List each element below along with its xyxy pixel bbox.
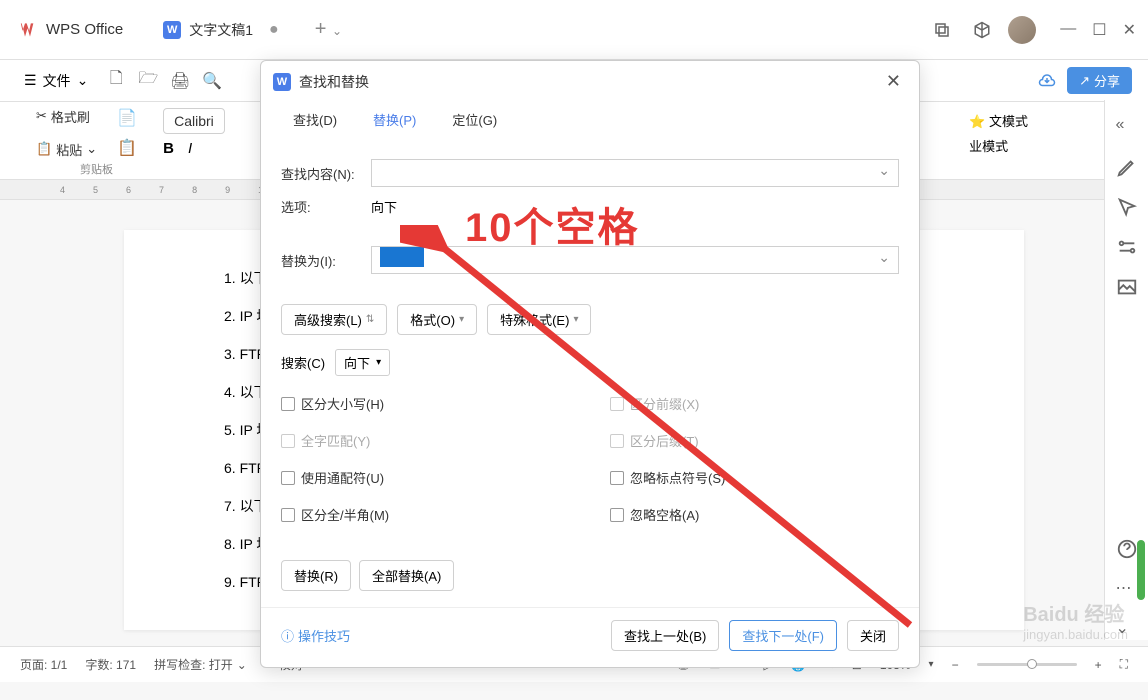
new-icon[interactable]: 🗋 [104,69,128,93]
dialog-title: 查找和替换 [299,72,369,92]
close-button[interactable]: ✕ [1123,20,1136,40]
share-button[interactable]: ↗ 分享 [1067,67,1132,94]
font-name: Calibri [174,113,214,129]
collapse-icon[interactable]: « [1116,116,1138,138]
check-case[interactable]: 区分大小写(H) [281,394,570,413]
dialog-footer: 替换(R) 全部替换(A) [261,548,919,607]
maximize-button[interactable]: ☐ [1092,20,1106,40]
tab-area: W 文字文稿1 ● + ⌄ [147,12,928,48]
search-direction-combo[interactable]: 向下 ▾ [335,349,390,376]
find-replace-dialog: W 查找和替换 ✕ 查找(D) 替换(P) 定位(G) 查找内容(N): 选项:… [260,60,920,668]
check-space[interactable]: 忽略空格(A) [610,505,899,524]
dialog-close-button[interactable]: ✕ [880,69,907,94]
window-controls: — ☐ ✕ [1060,20,1136,40]
clipboard-label: 剪贴板 [80,161,113,177]
document-title: 文字文稿1 [189,20,253,40]
close-dialog-button[interactable]: 关闭 [847,620,899,651]
check-prefix: 区分前缀(X) [610,394,899,413]
special-format-button[interactable]: 特殊格式(E) ▾ [487,304,591,335]
check-halfwidth[interactable]: 区分全/半角(M) [281,505,570,524]
find-label: 查找内容(N): [281,164,361,183]
bold-button[interactable]: B [163,140,174,157]
dialog-header: W 查找和替换 ✕ [261,61,919,102]
app-logo: WPS Office [12,20,131,40]
spell-check[interactable]: 拼写检查: 打开 ⌄ [154,656,247,673]
titlebar-right: — ☐ ✕ [928,16,1136,44]
find-input[interactable] [371,159,899,187]
tab-replace[interactable]: 替换(P) [355,102,434,139]
paste-label: 粘贴 [56,140,82,159]
advanced-search-button[interactable]: 高级搜索(L) ⇅ [281,304,387,335]
font-group: Calibri B I [163,108,225,157]
zoom-in-button[interactable]: + [1095,658,1102,672]
dialog-tabs: 查找(D) 替换(P) 定位(G) [261,102,919,139]
file-menu[interactable]: ☰ 文件 ⌄ [16,67,96,95]
clipboard-icon[interactable]: 📋 [115,136,139,160]
scroll-indicator [1137,540,1145,600]
word-icon: W [163,21,181,39]
pencil-icon[interactable] [1116,156,1138,178]
image-icon[interactable] [1116,276,1138,298]
word-count[interactable]: 字数: 171 [85,656,136,673]
tab-goto[interactable]: 定位(G) [434,102,515,139]
zoom-out-button[interactable]: − [952,658,959,672]
dialog-footer-2: ⓘ 操作技巧 查找上一处(B) 查找下一处(F) 关闭 [261,607,919,667]
check-whole: 全字匹配(Y) [281,431,570,450]
italic-button[interactable]: I [188,140,192,157]
cloud-icon[interactable] [1035,69,1059,93]
minimize-button[interactable]: — [1060,20,1076,40]
replace-label: 替换为(I): [281,251,361,270]
preview-icon[interactable]: 🔍 [200,69,224,93]
tab-find[interactable]: 查找(D) [275,102,355,139]
mode-1[interactable]: ⭐ 文模式 [969,111,1028,130]
zoom-slider[interactable] [977,663,1077,666]
help-icon[interactable] [1116,538,1138,560]
find-next-button[interactable]: 查找下一处(F) [729,620,837,651]
app-name: WPS Office [46,21,123,38]
format-brush-label: 格式刷 [51,107,90,126]
settings-icon[interactable] [1116,236,1138,258]
open-icon[interactable]: 🗁 [136,69,160,93]
format-brush-button[interactable]: ✂ 格式刷 [30,103,103,130]
check-wildcard[interactable]: 使用通配符(U) [281,468,570,487]
direction-value: 向下 [371,197,397,216]
copy-icon[interactable]: 📄 [115,106,139,130]
options-label: 选项: [281,197,361,216]
format-button[interactable]: 格式(O) ▾ [397,304,477,335]
check-punct[interactable]: 忽略标点符号(S) [610,468,899,487]
check-suffix: 区分后缀(T) [610,431,899,450]
font-selector[interactable]: Calibri [163,108,225,134]
fullscreen-icon[interactable]: ⛶ [1120,657,1128,672]
mode-2[interactable]: 业模式 [969,136,1028,155]
file-label: 文件 [43,71,71,91]
annotation-text: 10个空格 [465,195,640,253]
dirty-indicator: ● [269,21,279,39]
search-label: 搜索(C) [281,353,325,372]
tips-link[interactable]: ⓘ 操作技巧 [281,626,350,645]
print-icon[interactable]: 🖨 [168,69,192,93]
replace-all-button[interactable]: 全部替换(A) [359,560,454,591]
replace-button[interactable]: 替换(R) [281,560,351,591]
document-tab[interactable]: W 文字文稿1 ● [147,12,294,48]
watermark: Baidu 经验 jingyan.baidu.com [1023,598,1128,642]
add-tab-button[interactable]: + ⌄ [307,14,350,45]
copy-group: 📄 📋 [115,106,139,160]
cursor-icon[interactable] [1116,196,1138,218]
more-icon[interactable]: ⋯ [1116,578,1138,600]
avatar[interactable] [1008,16,1036,44]
paste-button[interactable]: 📋 粘贴 ⌄ [30,136,103,163]
wps-icon [20,20,40,40]
page-info[interactable]: 页面: 1/1 [20,656,67,673]
clipboard-group: ✂ 格式刷 📋 粘贴 ⌄ 剪贴板 [30,103,103,163]
cube-icon[interactable] [968,16,996,44]
selection-highlight [380,247,424,267]
find-prev-button[interactable]: 查找上一处(B) [611,620,719,651]
titlebar: WPS Office W 文字文稿1 ● + ⌄ — ☐ ✕ [0,0,1148,60]
share-label: 分享 [1094,71,1120,90]
word-icon: W [273,73,291,91]
window-copy-icon[interactable] [928,16,956,44]
